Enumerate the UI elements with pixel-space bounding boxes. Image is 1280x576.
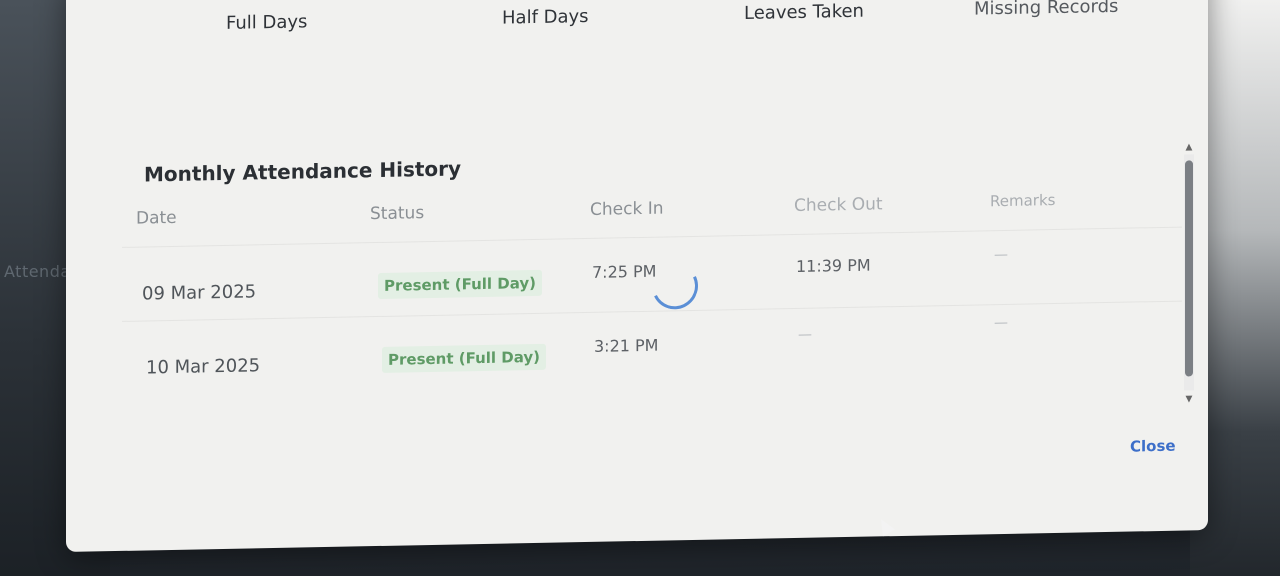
status-badge: Present (Full Day) xyxy=(382,343,547,373)
row-check-out: 11:39 PM xyxy=(796,255,871,276)
stat-label-half-days: Half Days xyxy=(502,5,589,29)
chevron-down-icon[interactable]: ▼ xyxy=(1184,394,1194,404)
column-header-remarks: Remarks xyxy=(990,191,1056,211)
stat-label-leaves-taken: Leaves Taken xyxy=(744,0,864,24)
row-check-in: 7:25 PM xyxy=(592,261,657,282)
row-date: 10 Mar 2025 xyxy=(146,355,261,379)
table-scrollbar[interactable]: ▲ ▼ xyxy=(1184,142,1194,405)
chevron-up-icon[interactable]: ▲ xyxy=(1184,142,1194,152)
row-remarks: — xyxy=(994,314,1008,332)
row-check-out: — xyxy=(798,326,812,343)
attendance-modal: Full Days Half Days Leaves Taken Missing… xyxy=(66,0,1208,552)
column-header-check-out: Check Out xyxy=(794,194,883,217)
column-header-check-in: Check In xyxy=(590,198,664,220)
close-button[interactable]: Close xyxy=(1130,437,1176,456)
row-check-in: 3:21 PM xyxy=(594,335,659,356)
stat-label-full-days: Full Days xyxy=(226,11,308,34)
stats-summary-row: Full Days Half Days Leaves Taken Missing… xyxy=(66,0,1208,60)
column-header-status: Status xyxy=(370,203,425,225)
status-badge: Present (Full Day) xyxy=(378,269,543,300)
background-page-text: Attenda xyxy=(4,262,71,281)
row-date: 09 Mar 2025 xyxy=(142,281,257,305)
section-title: Monthly Attendance History xyxy=(144,156,462,187)
stat-label-missing-records: Missing Records xyxy=(974,0,1119,20)
scrollbar-thumb[interactable] xyxy=(1185,160,1193,377)
column-header-date: Date xyxy=(136,207,177,229)
row-remarks: — xyxy=(994,246,1008,264)
